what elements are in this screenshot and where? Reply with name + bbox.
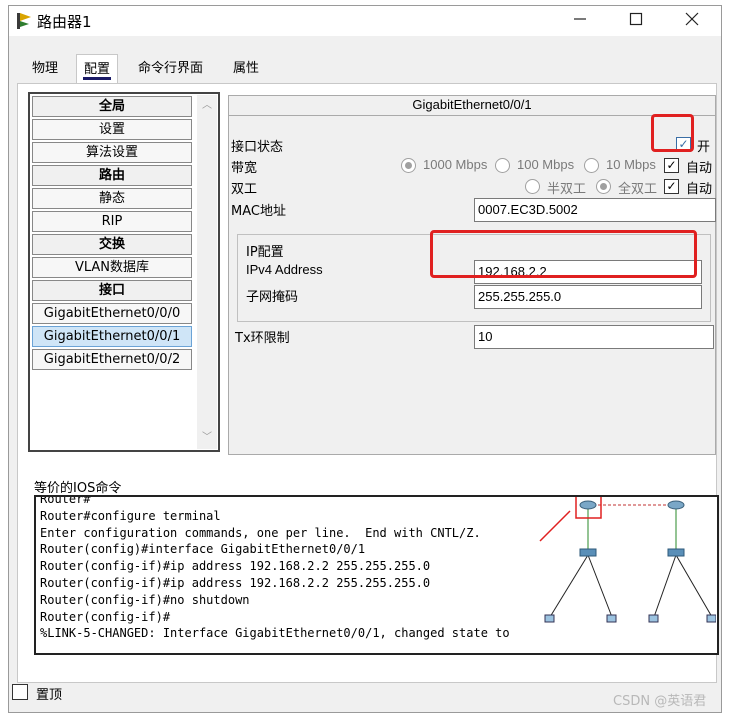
sidebar-item-switching: 交换: [32, 234, 192, 255]
title-bar: 路由器1: [9, 6, 721, 36]
config-sidebar: 全局 设置 算法设置 路由 静态 RIP 交换 VLAN数据库 接口 Gigab…: [28, 92, 220, 452]
watermark: CSDN @英语君: [613, 694, 707, 709]
pin-top-checkbox[interactable]: [12, 684, 28, 700]
router-config-window: 路由器1 物理 配置 命令行界面 属性 全局 设置 算法设置 路由 静态 RIP…: [8, 5, 722, 713]
config-content: 全局 设置 算法设置 路由 静态 RIP 交换 VLAN数据库 接口 Gigab…: [17, 83, 719, 683]
console-line: Router(config-if)#ip address 192.168.2.2…: [40, 559, 431, 574]
scroll-down-icon[interactable]: ﹀: [200, 431, 214, 445]
sidebar-item-gig0-0-2[interactable]: GigabitEthernet0/0/2: [32, 349, 192, 370]
console-line: %LINK-5-CHANGED: Interface GigabitEthern…: [40, 626, 518, 641]
mac-address-field[interactable]: 0007.EC3D.5002: [474, 198, 716, 222]
sidebar-item-gig0-0-1[interactable]: GigabitEthernet0/0/1: [32, 326, 192, 347]
ip-config-label: IP配置: [246, 245, 284, 260]
console-line: Router(config-if)#: [40, 609, 171, 624]
bandwidth-10-radio[interactable]: [584, 158, 599, 173]
bandwidth-1000-radio[interactable]: [401, 158, 416, 173]
close-icon: [685, 12, 699, 26]
tab-cli[interactable]: 命令行界面: [131, 54, 210, 82]
router-app-icon: [17, 13, 31, 29]
sidebar-item-vlan-database[interactable]: VLAN数据库: [32, 257, 192, 278]
bandwidth-10-label: 10 Mbps: [606, 157, 656, 172]
port-on-label: 开: [697, 140, 711, 155]
port-status-highlight: [651, 114, 694, 152]
tx-ring-limit-field[interactable]: 10: [474, 325, 714, 349]
ios-console-text: Router# Router#configure terminal Enter co…: [40, 495, 518, 642]
tab-label: 属性: [233, 61, 260, 76]
console-line: Router#configure terminal: [40, 508, 221, 523]
bandwidth-100-label: 100 Mbps: [517, 157, 575, 172]
close-button[interactable]: [669, 8, 715, 34]
console-line: Router(config-if)#ip address 192.168.2.2…: [40, 575, 431, 590]
console-line: Router#: [40, 495, 91, 506]
interface-panel-title: GigabitEthernet0/0/1: [229, 96, 715, 116]
subnet-mask-label: 子网掩码: [246, 290, 299, 305]
tab-bar: 物理 配置 命令行界面 属性: [17, 54, 717, 84]
console-line: Enter configuration commands, one per li…: [40, 525, 481, 540]
maximize-icon: [629, 12, 643, 26]
network-topology-thumbnail: [539, 497, 716, 623]
full-duplex-radio[interactable]: [596, 179, 611, 194]
bandwidth-label: 带宽: [231, 161, 258, 176]
half-duplex-radio[interactable]: [525, 179, 540, 194]
ipv4-address-highlight: [430, 230, 697, 278]
ios-commands-label: 等价的IOS命令: [34, 481, 122, 496]
console-line: Router(config)#interface GigabitEthernet…: [40, 542, 366, 557]
pin-top-label: 置顶: [36, 688, 63, 703]
sidebar-item-interface: 接口: [32, 280, 192, 301]
sidebar-item-settings[interactable]: 设置: [32, 119, 192, 140]
tx-ring-limit-label: Tx环限制: [235, 331, 290, 346]
sidebar-item-routing: 路由: [32, 165, 192, 186]
sidebar-item-rip[interactable]: RIP: [32, 211, 192, 232]
tab-config[interactable]: 配置: [76, 54, 119, 84]
scroll-up-icon[interactable]: ︿: [200, 99, 214, 113]
bandwidth-1000-label: 1000 Mbps: [423, 157, 488, 172]
maximize-button[interactable]: [613, 8, 659, 34]
half-duplex-label: 半双工: [547, 181, 587, 196]
subnet-mask-field[interactable]: 255.255.255.0: [474, 285, 702, 309]
active-tab-underline: [83, 77, 112, 80]
bandwidth-100-radio[interactable]: [495, 158, 510, 173]
window-title: 路由器1: [37, 13, 92, 31]
tab-physical[interactable]: 物理: [25, 54, 65, 82]
ios-console[interactable]: Router# Router#configure terminal Enter co…: [34, 495, 719, 655]
tab-attributes[interactable]: 属性: [226, 54, 266, 82]
tab-label: 命令行界面: [138, 61, 204, 76]
bandwidth-auto-label: 自动: [686, 161, 713, 176]
sidebar-item-algorithm-settings[interactable]: 算法设置: [32, 142, 192, 163]
mac-address-label: MAC地址: [231, 204, 286, 219]
full-duplex-label: 全双工: [618, 181, 658, 196]
minimize-icon: [574, 18, 586, 20]
sidebar-item-static[interactable]: 静态: [32, 188, 192, 209]
console-line: Router(config-if)#no shutdown: [40, 592, 250, 607]
sidebar-scrollbar[interactable]: ︿ ﹀: [197, 95, 217, 449]
minimize-button[interactable]: [557, 8, 603, 34]
tab-label: 配置: [84, 62, 111, 77]
ipv4-address-label: IPv4 Address: [246, 262, 323, 277]
tab-label: 物理: [32, 61, 59, 76]
bandwidth-auto-checkbox[interactable]: ✓: [664, 158, 679, 173]
duplex-label: 双工: [231, 182, 258, 197]
duplex-auto-checkbox[interactable]: ✓: [664, 179, 679, 194]
port-status-label: 接口状态: [231, 140, 284, 155]
duplex-auto-label: 自动: [686, 182, 713, 197]
sidebar-item-global: 全局: [32, 96, 192, 117]
sidebar-item-gig0-0-0[interactable]: GigabitEthernet0/0/0: [32, 303, 192, 324]
